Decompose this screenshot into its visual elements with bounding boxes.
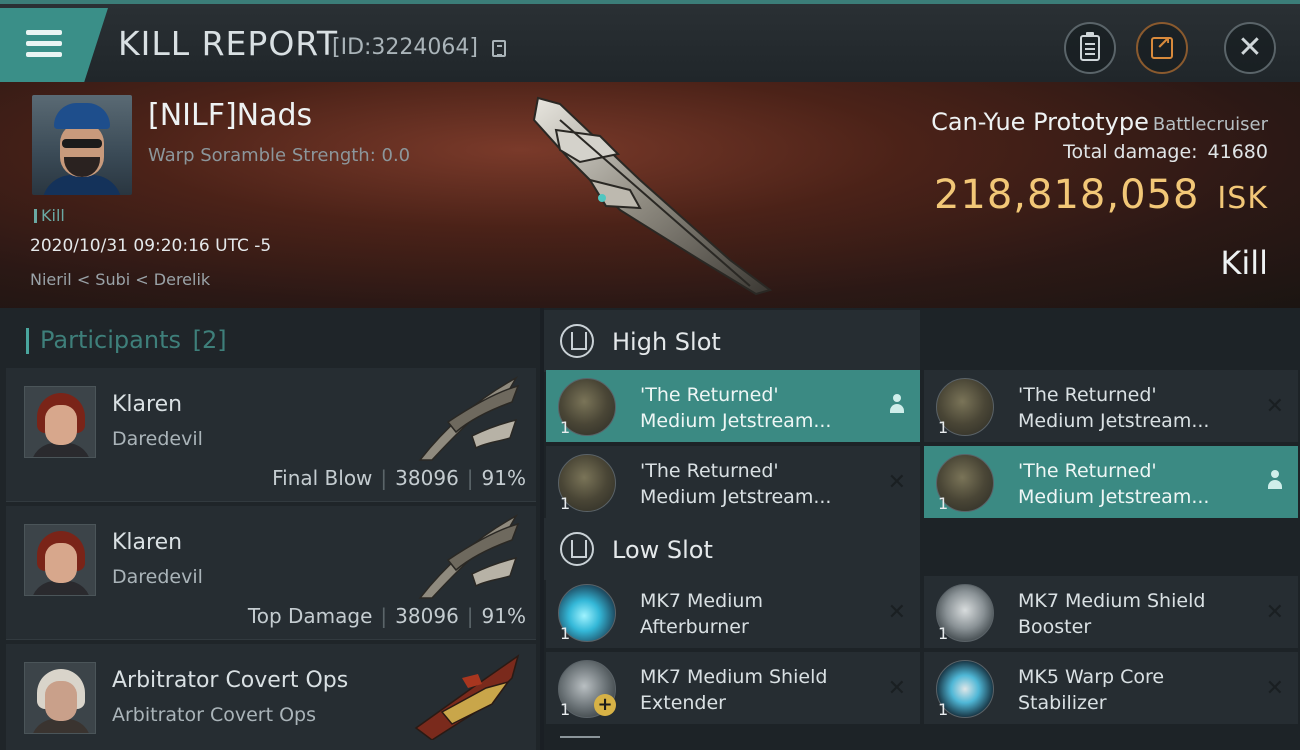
module-name: MK7 Medium Shield Booster bbox=[1018, 590, 1206, 638]
participant-ship-image bbox=[418, 514, 520, 599]
participant-name: Klaren bbox=[112, 392, 183, 417]
participant-stats: Final Blow | 38096 | 91% bbox=[272, 466, 526, 490]
kill-location: Nieril < Subi < Derelik bbox=[30, 270, 211, 289]
ship-name: Can-Yue Prototype bbox=[931, 108, 1149, 136]
participants-header[interactable]: Participants [2] bbox=[26, 326, 227, 354]
module-quantity: 1 bbox=[938, 418, 949, 437]
destroyed-x-icon: ✕ bbox=[1265, 394, 1284, 419]
participant-name: Arbitrator Covert Ops bbox=[112, 668, 349, 693]
total-damage-value: 41680 bbox=[1207, 141, 1268, 163]
participant-row[interactable]: Arbitrator Covert Ops Arbitrator Covert … bbox=[6, 644, 536, 750]
high-slot-icon bbox=[560, 324, 594, 358]
clipboard-icon bbox=[1080, 32, 1100, 61]
module-name: 'The Returned' Medium Jetstream... bbox=[1018, 384, 1210, 432]
participant-percent: 91% bbox=[481, 466, 526, 490]
victim-avatar[interactable] bbox=[32, 95, 132, 195]
participant-percent: 91% bbox=[481, 604, 526, 628]
participant-ship: Arbitrator Covert Ops bbox=[112, 704, 317, 726]
module-quantity: 1 bbox=[560, 624, 571, 643]
low-slot-module[interactable]: + 1 MK7 Medium Shield Extender ✕ bbox=[546, 652, 920, 724]
participant-damage: 38096 bbox=[395, 604, 459, 628]
person-icon bbox=[888, 394, 906, 416]
low-slot-icon bbox=[560, 532, 594, 566]
page-title: KILL REPORT bbox=[118, 24, 338, 63]
module-name: 'The Returned' Medium Jetstream... bbox=[640, 460, 832, 508]
participant-name: Klaren bbox=[112, 530, 183, 555]
victim-ship[interactable]: Can-Yue Prototype Battlecruiser bbox=[931, 108, 1268, 136]
module-name: MK5 Warp Core Stabilizer bbox=[1018, 666, 1165, 714]
module-quantity: 1 bbox=[938, 700, 949, 719]
fitting-panel: High Slot 1 'The Returned' Medium Jetstre… bbox=[544, 308, 1300, 750]
participant-row[interactable]: Klaren Daredevil Top Damage | 38096 | 91% bbox=[6, 506, 536, 640]
copy-icon[interactable] bbox=[492, 40, 506, 57]
high-slot-module[interactable]: 1 'The Returned' Medium Jetstream... ✕ bbox=[924, 370, 1298, 442]
participant-ship: Daredevil bbox=[112, 428, 203, 450]
kill-result: Kill bbox=[1220, 244, 1268, 282]
participant-avatar[interactable] bbox=[24, 524, 96, 596]
next-slot-header-peek bbox=[560, 736, 600, 750]
destroyed-x-icon: ✕ bbox=[887, 470, 906, 495]
high-slot-module[interactable]: 1 'The Returned' Medium Jetstream... bbox=[546, 370, 920, 442]
participant-avatar[interactable] bbox=[24, 662, 96, 734]
high-slot-module[interactable]: 1 'The Returned' Medium Jetstream... bbox=[924, 446, 1298, 518]
participants-count: [2] bbox=[192, 326, 227, 354]
destroyed-x-icon: ✕ bbox=[1265, 600, 1284, 625]
low-slot-module[interactable]: 1 MK7 Medium Afterburner ✕ bbox=[546, 576, 920, 648]
participant-damage: 38096 bbox=[395, 466, 459, 490]
low-slot-module[interactable]: 1 MK5 Warp Core Stabilizer ✕ bbox=[924, 652, 1298, 724]
participant-stats: Top Damage | 38096 | 91% bbox=[247, 604, 526, 628]
kill-tag: Kill bbox=[34, 206, 65, 225]
participant-ship-image bbox=[418, 376, 520, 461]
person-icon bbox=[1266, 470, 1284, 492]
destroyed-x-icon: ✕ bbox=[887, 600, 906, 625]
top-bar: KILL REPORT [ID:3224064] ✕ bbox=[0, 0, 1300, 82]
high-slot-module[interactable]: 1 'The Returned' Medium Jetstream... ✕ bbox=[546, 446, 920, 518]
destroyed-x-icon: ✕ bbox=[887, 676, 906, 701]
participant-avatar[interactable] bbox=[24, 386, 96, 458]
menu-button[interactable] bbox=[0, 8, 108, 82]
close-icon: ✕ bbox=[1237, 30, 1263, 65]
report-id: [ID:3224064] bbox=[332, 35, 478, 60]
low-slot-header: Low Slot bbox=[544, 518, 920, 580]
victim-name[interactable]: [NILF]Nads bbox=[148, 98, 312, 133]
participants-title: Participants bbox=[40, 326, 181, 354]
destroyed-x-icon: ✕ bbox=[1265, 676, 1284, 701]
close-button[interactable]: ✕ bbox=[1224, 22, 1276, 74]
victim-ship-image[interactable] bbox=[520, 90, 780, 300]
isk-amount: 218,818,058 bbox=[933, 172, 1200, 218]
clipboard-button[interactable] bbox=[1064, 22, 1116, 74]
module-quantity: 1 bbox=[938, 494, 949, 513]
share-button[interactable] bbox=[1136, 22, 1188, 74]
participant-ship-image bbox=[414, 654, 520, 740]
module-name: MK7 Medium Shield Extender bbox=[640, 666, 828, 714]
low-slot-module[interactable]: 1 MK7 Medium Shield Booster ✕ bbox=[924, 576, 1298, 648]
participant-role: Final Blow bbox=[272, 466, 373, 490]
total-damage: Total damage: 41680 bbox=[1063, 141, 1268, 163]
module-name: MK7 Medium Afterburner bbox=[640, 590, 763, 638]
module-name: 'The Returned' Medium Jetstream... bbox=[1018, 460, 1210, 508]
total-damage-label: Total damage: bbox=[1063, 141, 1198, 163]
participants-panel: Participants [2] Klaren Daredevil Final … bbox=[0, 308, 540, 750]
low-slot-title: Low Slot bbox=[612, 536, 713, 564]
isk-unit: ISK bbox=[1217, 181, 1268, 216]
module-quantity: 1 bbox=[938, 624, 949, 643]
participant-row[interactable]: Klaren Daredevil Final Blow | 38096 | 91% bbox=[6, 368, 536, 502]
isk-value: 218,818,058 ISK bbox=[934, 172, 1268, 218]
participant-role: Top Damage bbox=[247, 604, 373, 628]
warp-scramble-strength: Warp Soramble Strength: 0.0 bbox=[148, 145, 411, 166]
plus-icon: + bbox=[594, 694, 616, 716]
kill-timestamp: 2020/10/31 09:20:16 UTC -5 bbox=[30, 236, 272, 256]
high-slot-title: High Slot bbox=[612, 328, 721, 356]
share-icon bbox=[1151, 33, 1173, 59]
participant-ship: Daredevil bbox=[112, 566, 203, 588]
module-quantity: 1 bbox=[560, 494, 571, 513]
module-quantity: 1 bbox=[560, 418, 571, 437]
high-slot-header: High Slot bbox=[544, 310, 920, 372]
module-quantity: 1 bbox=[560, 700, 571, 719]
menu-icon bbox=[26, 30, 62, 63]
module-name: 'The Returned' Medium Jetstream... bbox=[640, 384, 832, 432]
ship-class: Battlecruiser bbox=[1152, 114, 1268, 135]
